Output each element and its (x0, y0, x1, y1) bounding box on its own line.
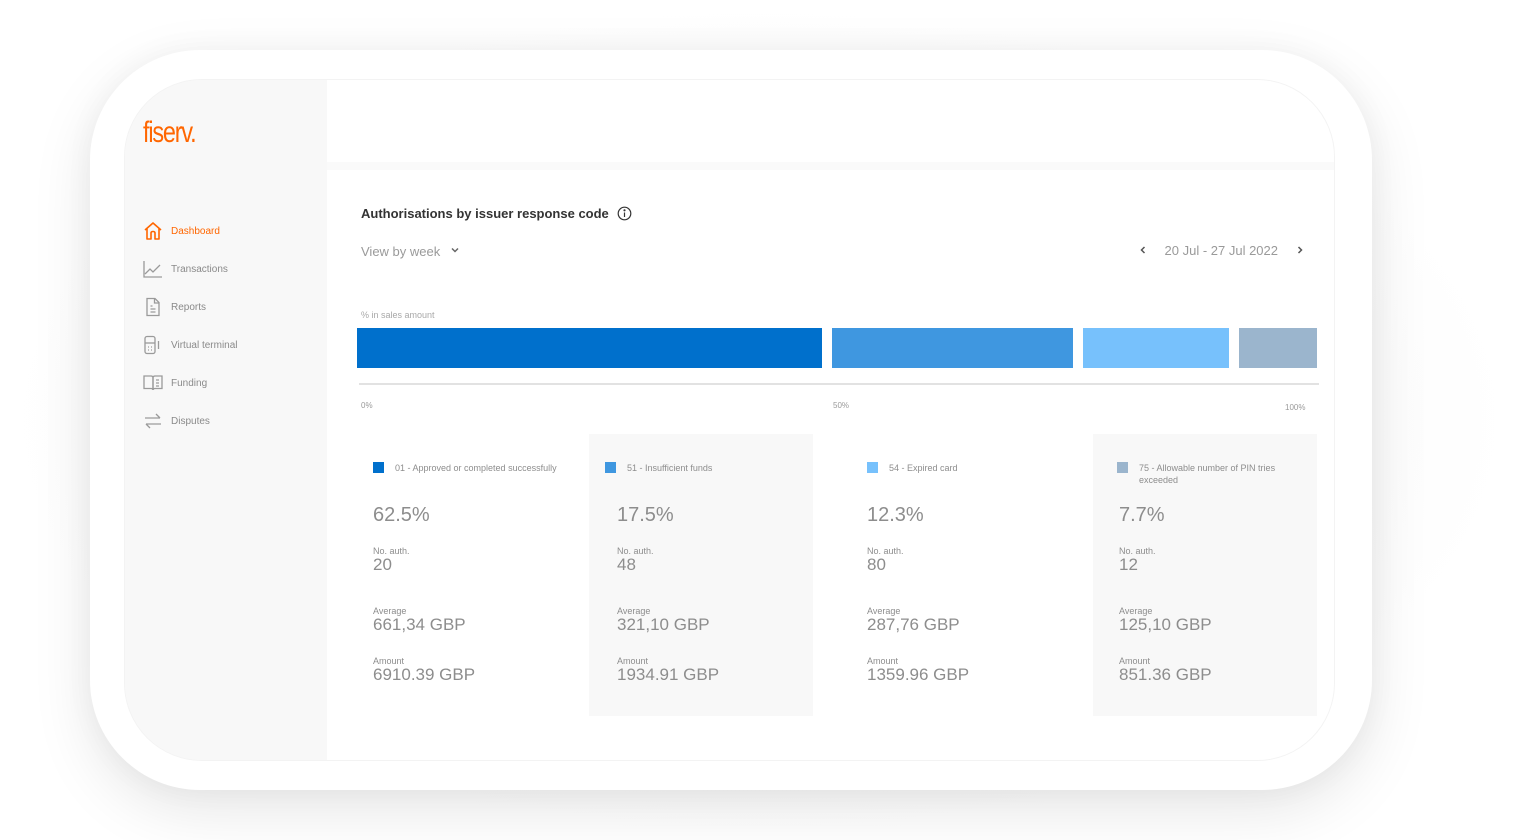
widget-header: Authorisations by issuer response code (361, 206, 632, 221)
bar-segment-1[interactable] (357, 328, 822, 368)
view-by-value: View by week (361, 243, 441, 259)
card-legend: 01 - Approved or completed successfully (373, 462, 573, 474)
response-card: 01 - Approved or completed successfully … (357, 434, 581, 716)
app-screen: fiserv. Dashboard Transactions Reports V… (124, 79, 1335, 761)
legend-label: 01 - Approved or completed successfully (395, 463, 557, 473)
sidebar-item-label: Virtual terminal (171, 339, 238, 351)
document-icon (143, 297, 163, 317)
card-terminal-icon (143, 335, 163, 355)
chevron-down-icon (450, 242, 460, 260)
card-percentage: 7.7% (1119, 504, 1165, 526)
card-percentage: 12.3% (867, 504, 924, 526)
sidebar-item-reports[interactable]: Reports (143, 288, 238, 326)
axis-label: % in sales amount (361, 310, 435, 320)
top-bar (327, 80, 1334, 162)
widget-title: Authorisations by issuer response code (361, 206, 609, 221)
amount-metric: Amount 6910.39 GBP (373, 656, 476, 684)
no-auth-metric: No. auth. 12 (1119, 546, 1156, 574)
amount-metric: Amount 851.36 GBP (1119, 656, 1212, 684)
bar-segment-3[interactable] (1083, 328, 1229, 368)
legend-label: 54 - Expired card (889, 463, 958, 473)
response-card: 54 - Expired card 12.3% No. auth. 80 Aver… (839, 434, 1063, 716)
sidebar-item-label: Disputes (171, 415, 210, 427)
tick-label-0: 0% (361, 401, 373, 410)
stacked-bar (357, 328, 1317, 368)
no-auth-metric: No. auth. 48 (617, 546, 654, 574)
sidebar-item-disputes[interactable]: Disputes (143, 402, 238, 440)
response-card: 51 - Insufficient funds 17.5% No. auth. 4… (589, 434, 813, 716)
card-percentage: 17.5% (617, 504, 674, 526)
card-legend: 75 - Allowable number of PIN tries excee… (1117, 462, 1297, 486)
card-percentage: 62.5% (373, 504, 430, 526)
legend-swatch (373, 462, 384, 473)
info-icon[interactable] (617, 206, 632, 221)
no-auth-metric: No. auth. 80 (867, 546, 904, 574)
sidebar-item-dashboard[interactable]: Dashboard (143, 212, 238, 250)
card-legend: 54 - Expired card (867, 462, 1067, 474)
sidebar-item-label: Transactions (171, 263, 228, 275)
legend-swatch (605, 462, 616, 473)
response-code-cards: 01 - Approved or completed successfully … (357, 434, 1317, 716)
amount-metric: Amount 1934.91 GBP (617, 656, 720, 684)
legend-label: 51 - Insufficient funds (627, 463, 713, 473)
authorisations-widget: Authorisations by issuer response code V… (327, 170, 1334, 760)
sidebar: fiserv. Dashboard Transactions Reports V… (125, 80, 327, 760)
book-icon (143, 373, 163, 393)
legend-label: 75 - Allowable number of PIN tries excee… (1139, 463, 1276, 485)
sidebar-item-virtual-terminal[interactable]: Virtual terminal (143, 326, 238, 364)
legend-swatch (867, 462, 878, 473)
bar-segment-4[interactable] (1239, 328, 1317, 368)
tick-label-50: 50% (833, 401, 850, 410)
average-metric: Average 321,10 GBP (617, 606, 710, 634)
swap-arrows-icon (143, 411, 163, 431)
sidebar-item-funding[interactable]: Funding (143, 364, 238, 402)
date-range-navigator: 20 Jul - 27 Jul 2022 (1135, 242, 1308, 258)
date-range: 20 Jul - 27 Jul 2022 (1164, 242, 1278, 258)
bar-segment-2[interactable] (832, 328, 1073, 368)
view-by-dropdown[interactable]: View by week (361, 242, 460, 260)
sidebar-item-label: Reports (171, 301, 207, 313)
card-legend: 51 - Insufficient funds (605, 462, 805, 474)
sidebar-item-transactions[interactable]: Transactions (143, 250, 238, 288)
chevron-left-icon[interactable] (1135, 242, 1151, 258)
average-metric: Average 125,10 GBP (1119, 606, 1212, 634)
average-metric: Average 287,76 GBP (867, 606, 960, 634)
sidebar-nav: Dashboard Transactions Reports Virtual t… (143, 212, 238, 440)
amount-metric: Amount 1359.96 GBP (867, 656, 970, 684)
axis-line (359, 383, 1319, 385)
chevron-right-icon[interactable] (1292, 242, 1308, 258)
legend-swatch (1117, 462, 1128, 473)
line-chart-icon (143, 259, 163, 279)
average-metric: Average 661,34 GBP (373, 606, 466, 634)
no-auth-metric: No. auth. 20 (373, 546, 410, 574)
sidebar-item-label: Funding (171, 377, 208, 389)
fiserv-logo: fiserv. (143, 116, 197, 149)
home-icon (143, 221, 163, 241)
tick-label-100: 100% (1285, 403, 1306, 412)
sidebar-item-label: Dashboard (171, 225, 220, 237)
response-card: 75 - Allowable number of PIN tries excee… (1093, 434, 1317, 716)
